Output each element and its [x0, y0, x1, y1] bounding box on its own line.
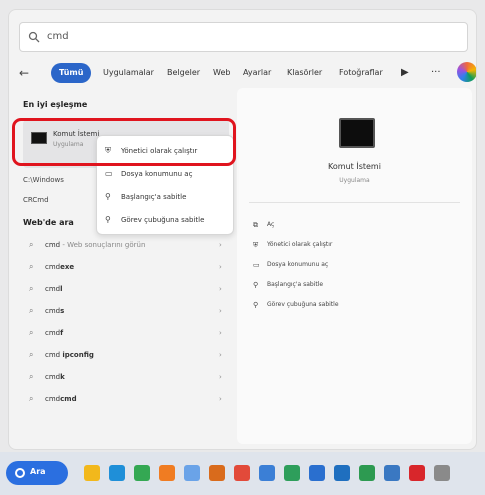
filter-chip-all[interactable]: Tümü [51, 63, 92, 83]
app-icon-6[interactable] [334, 465, 350, 481]
preview-subtitle: Uygulama [339, 177, 370, 184]
pin-icon: ⚲ [253, 281, 259, 289]
context-menu-item-pin-start[interactable]: ⚲ Başlangıç'a sabitle [97, 186, 235, 208]
filter-chip-documents[interactable]: Belgeler [167, 63, 200, 83]
app-icon-5[interactable] [309, 465, 325, 481]
back-arrow-icon[interactable]: ← [19, 66, 33, 80]
web-search-heading: Web'de ara [23, 218, 74, 227]
divider [249, 202, 460, 203]
pin-icon: ⚲ [253, 301, 259, 309]
app-icon-2[interactable] [234, 465, 250, 481]
more-filters-icon[interactable]: ▶ [401, 63, 409, 83]
taskbar: Ara [0, 452, 485, 495]
command-prompt-icon [339, 118, 375, 148]
open-icon: ⧉ [253, 221, 258, 229]
context-menu-item-pin-taskbar[interactable]: ⚲ Görev çubuğuna sabitle [97, 209, 235, 231]
chevron-right-icon: › [219, 351, 222, 359]
search-icon: ⌕ [29, 284, 34, 293]
copilot-icon[interactable] [457, 62, 476, 82]
edge-icon[interactable] [109, 465, 125, 481]
search-icon: ⌕ [29, 306, 34, 315]
search-icon [15, 468, 25, 478]
web-result-row[interactable]: ⌕ cmdk › [23, 366, 229, 388]
search-box[interactable]: cmd [19, 22, 468, 52]
app-icon-8[interactable] [384, 465, 400, 481]
search-icon: ⌕ [29, 240, 34, 249]
preview-title: Komut İstemi [328, 162, 381, 171]
search-icon: ⌕ [29, 350, 34, 359]
preview-pane: Komut İstemi Uygulama ⧉ Aç ⛨ Yönetici ol… [237, 88, 472, 444]
filter-chip-web[interactable]: Web [213, 63, 230, 83]
taskbar-search-button[interactable]: Ara [6, 461, 68, 485]
app-icon-7[interactable] [359, 465, 375, 481]
start-search-panel: cmd ← Tümü Uygulamalar Belgeler Web Ayar… [8, 9, 477, 450]
web-result-row[interactable]: ⌕ cmdexe › [23, 256, 229, 278]
filter-chip-photos[interactable]: Fotoğraflar [339, 63, 383, 83]
best-match-heading: En iyi eşleşme [23, 100, 88, 109]
filter-chip-folders[interactable]: Klasörler [287, 63, 322, 83]
app-icon-10[interactable] [434, 465, 450, 481]
pin-icon: ⚲ [105, 192, 111, 201]
search-icon: ⌕ [29, 394, 34, 403]
chevron-right-icon: › [219, 263, 222, 271]
folder-icon: ▭ [253, 261, 260, 269]
web-result-row[interactable]: ⌕ cmdl › [23, 278, 229, 300]
app-icon[interactable] [209, 465, 225, 481]
folder-icon: ▭ [105, 169, 113, 178]
result-item-windows[interactable]: C:\Windows [23, 172, 64, 188]
more-options-icon[interactable]: ··· [431, 63, 441, 83]
highlight-annotation [12, 118, 236, 166]
search-icon: ⌕ [29, 328, 34, 337]
chevron-right-icon: › [219, 329, 222, 337]
file-explorer-icon[interactable] [84, 465, 100, 481]
windows-icon[interactable] [184, 465, 200, 481]
chevron-right-icon: › [219, 373, 222, 381]
result-item-crcmd[interactable]: CRCmd [23, 192, 49, 208]
search-input[interactable]: cmd [47, 31, 69, 42]
context-menu-item-open-location[interactable]: ▭ Dosya konumunu aç [97, 163, 235, 185]
filter-chip-apps[interactable]: Uygulamalar [103, 63, 154, 83]
search-icon: ⌕ [29, 372, 34, 381]
vlc-icon[interactable] [159, 465, 175, 481]
web-result-row[interactable]: ⌕ cmdf › [23, 322, 229, 344]
search-icon: ⌕ [29, 262, 34, 271]
web-result-row[interactable]: ⌕ cmdcmd › [23, 388, 229, 410]
chrome-icon[interactable] [134, 465, 150, 481]
app-icon-3[interactable] [259, 465, 275, 481]
chevron-right-icon: › [219, 241, 222, 249]
chevron-right-icon: › [219, 285, 222, 293]
app-icon-9[interactable] [409, 465, 425, 481]
web-result-row[interactable]: ⌕ cmds › [23, 300, 229, 322]
web-result-row[interactable]: ⌕ cmd ipconfig › [23, 344, 229, 366]
chevron-right-icon: › [219, 307, 222, 315]
shield-icon: ⛨ [253, 241, 259, 249]
pin-icon: ⚲ [105, 215, 111, 224]
app-icon-4[interactable] [284, 465, 300, 481]
filter-bar: ← Tümü Uygulamalar Belgeler Web Ayarlar … [17, 60, 476, 86]
web-result-row[interactable]: ⌕ cmd - Web sonuçlarını görün › [23, 234, 229, 256]
search-icon [28, 31, 40, 43]
filter-chip-settings[interactable]: Ayarlar [243, 63, 271, 83]
chevron-right-icon: › [219, 395, 222, 403]
